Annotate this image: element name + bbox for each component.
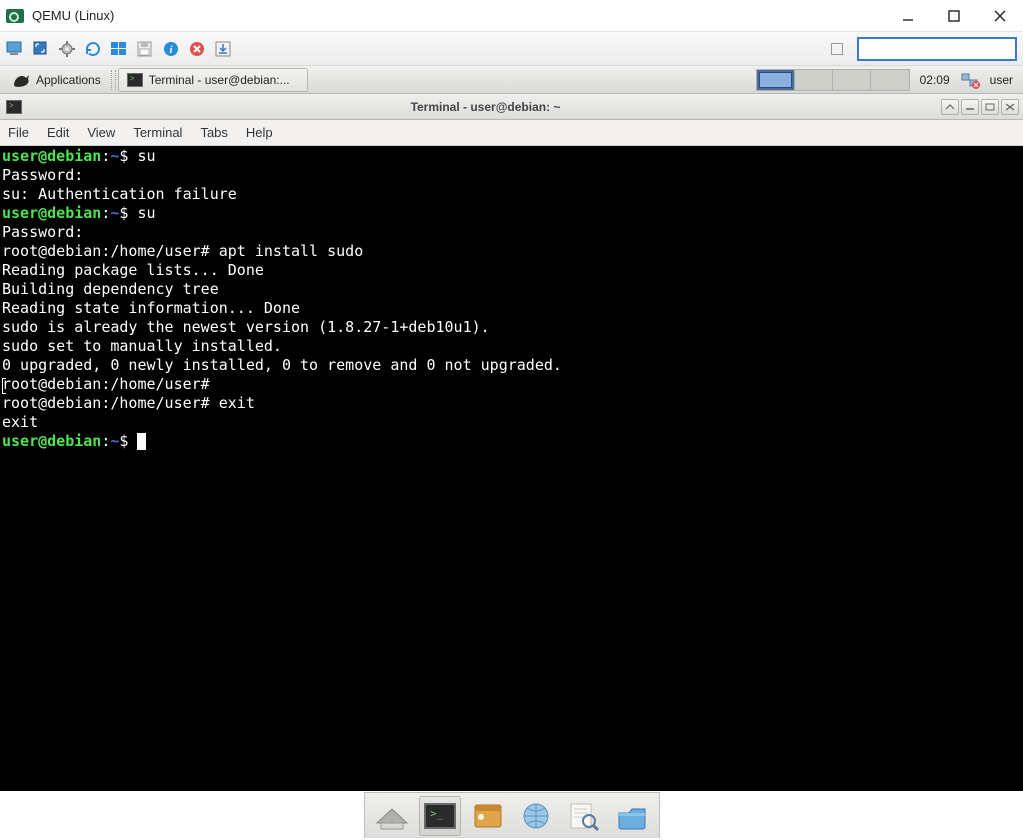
menu-file[interactable]: File	[8, 125, 29, 140]
gear-icon[interactable]	[58, 40, 76, 58]
windows-icon[interactable]	[110, 40, 128, 58]
window-close-button[interactable]	[1001, 99, 1019, 115]
network-icon[interactable]	[960, 71, 980, 89]
host-close-button[interactable]	[977, 0, 1023, 32]
panel-clock[interactable]: 02:09	[914, 73, 956, 87]
info-icon[interactable]: i	[162, 40, 180, 58]
file-manager-icon[interactable]	[467, 796, 509, 836]
terminal-menu-bar: File Edit View Terminal Tabs Help	[0, 120, 1023, 146]
indicator-box	[831, 43, 843, 55]
fullscreen-icon[interactable]	[32, 40, 50, 58]
dock: >_	[0, 792, 1023, 840]
terminal-icon	[6, 100, 22, 114]
close-round-icon[interactable]	[188, 40, 206, 58]
panel-separator	[111, 70, 116, 90]
monitor-icon[interactable]	[6, 40, 24, 58]
floppy-icon[interactable]	[136, 40, 154, 58]
menu-tabs[interactable]: Tabs	[200, 125, 227, 140]
xfce-panel: Applications Terminal - user@debian:... …	[0, 66, 1023, 94]
host-toolbar: i	[0, 32, 1023, 66]
host-minimize-button[interactable]	[885, 0, 931, 32]
host-maximize-button[interactable]	[931, 0, 977, 32]
workspace-pager[interactable]	[756, 69, 910, 91]
app-finder-icon[interactable]	[563, 796, 605, 836]
terminal-icon[interactable]: >_	[419, 796, 461, 836]
menu-help[interactable]: Help	[246, 125, 273, 140]
panel-username[interactable]: user	[984, 73, 1019, 87]
menu-view[interactable]: View	[87, 125, 115, 140]
window-minimize-button[interactable]	[961, 99, 979, 115]
window-maximize-button[interactable]	[981, 99, 999, 115]
refresh-icon[interactable]	[84, 40, 102, 58]
svg-text:>_: >_	[430, 807, 444, 820]
download-icon[interactable]	[214, 40, 232, 58]
terminal-output[interactable]: user@debian:~$ suPassword: su: Authentic…	[0, 146, 1023, 791]
window-shade-button[interactable]	[941, 99, 959, 115]
terminal-window-title: Terminal - user@debian: ~	[30, 100, 941, 114]
taskbar-item-terminal[interactable]: Terminal - user@debian:...	[118, 68, 308, 92]
qemu-icon	[6, 9, 24, 23]
menu-edit[interactable]: Edit	[47, 125, 69, 140]
taskbar-item-label: Terminal - user@debian:...	[149, 73, 290, 87]
web-browser-icon[interactable]	[515, 796, 557, 836]
workspace-1[interactable]	[757, 70, 795, 90]
menu-terminal[interactable]: Terminal	[133, 125, 182, 140]
host-search-input[interactable]	[857, 37, 1017, 61]
applications-label: Applications	[36, 73, 101, 87]
xfce-mouse-icon	[12, 73, 30, 87]
applications-menu[interactable]: Applications	[4, 68, 109, 92]
host-window-title: QEMU (Linux)	[32, 8, 114, 23]
home-folder-icon[interactable]	[611, 796, 653, 836]
workspace-2[interactable]	[795, 70, 833, 90]
terminal-window-titlebar[interactable]: Terminal - user@debian: ~	[0, 94, 1023, 120]
workspace-4[interactable]	[871, 70, 909, 90]
host-titlebar: QEMU (Linux)	[0, 0, 1023, 32]
terminal-icon	[127, 73, 143, 87]
workspace-3[interactable]	[833, 70, 871, 90]
show-desktop-icon[interactable]	[371, 796, 413, 836]
